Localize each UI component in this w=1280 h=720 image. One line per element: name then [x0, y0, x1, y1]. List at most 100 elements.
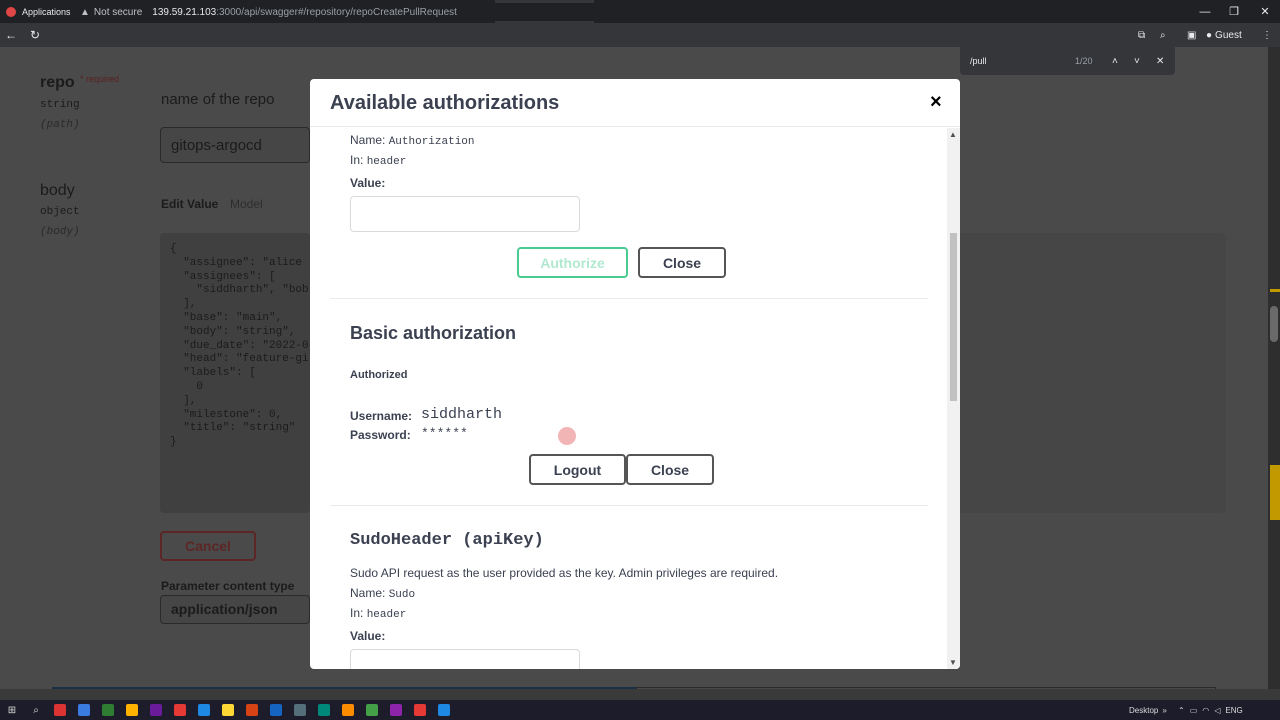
token-in-value: header	[366, 156, 407, 168]
reload-icon[interactable]: ↻	[24, 23, 46, 47]
language-indicator[interactable]: ENG	[1225, 706, 1242, 715]
modal-scrollbar[interactable]: ▲ ▼	[947, 128, 960, 669]
json-line: "head": "feature-gi	[170, 353, 309, 366]
restore-button[interactable]: ❐	[1219, 0, 1249, 23]
find-match-marks	[1270, 465, 1280, 520]
taskbar-app-icon[interactable]	[336, 700, 360, 720]
volume-icon[interactable]: ◁	[1214, 706, 1220, 715]
token-name-row: Name: Authorization	[350, 133, 475, 148]
clear-bar	[636, 687, 1216, 689]
modal-header: Available authorizations ×	[310, 79, 960, 127]
scroll-up-icon[interactable]: ▲	[949, 130, 957, 139]
desktop-toolbar[interactable]: Desktop »	[1129, 700, 1167, 720]
modal-title: Available authorizations	[330, 92, 560, 114]
modal-close-icon[interactable]: ×	[930, 91, 942, 114]
taskbar-app-icon[interactable]	[96, 700, 120, 720]
url-bar[interactable]: ▲ Not secure 139.59.21.103 :3000/api/swa…	[70, 3, 1180, 21]
token-value-label: Value:	[350, 176, 386, 190]
sudo-in-label: In:	[350, 606, 364, 620]
minimize-button[interactable]: —	[1190, 0, 1220, 23]
taskbar-app-icon[interactable]	[432, 700, 456, 720]
taskbar-app-icon[interactable]	[288, 700, 312, 720]
scroll-down-icon[interactable]: ▼	[949, 658, 957, 667]
taskbar-app-icon[interactable]	[168, 700, 192, 720]
wifi-icon[interactable]: ◠	[1202, 706, 1209, 715]
taskbar-app-icon[interactable]	[240, 700, 264, 720]
taskbar-app-icon[interactable]	[312, 700, 336, 720]
json-line: "due_date": "2022-0	[170, 339, 309, 352]
taskbar: ⊞ ⌕	[0, 700, 1280, 720]
authorized-status: Authorized	[350, 369, 408, 381]
profile-avatar-icon: ●	[1206, 29, 1213, 41]
find-match-mark	[1270, 289, 1280, 292]
sudo-value-input[interactable]	[350, 649, 580, 669]
edit-value-tab[interactable]: Edit Value	[161, 197, 218, 211]
basic-close-button[interactable]: Close	[626, 454, 714, 485]
sudo-name-value: Sudo	[388, 589, 416, 601]
find-close-icon[interactable]: ✕	[1156, 56, 1164, 67]
find-prev-icon[interactable]: ˄	[1112, 56, 1118, 67]
modal-body: Name: Authorization In: header Value: Au…	[310, 128, 946, 669]
json-line: "milestone": 0,	[170, 408, 283, 421]
taskbar-app-icon[interactable]	[192, 700, 216, 720]
logout-button[interactable]: Logout	[529, 454, 626, 485]
json-line: "siddharth", "bob	[170, 284, 309, 297]
repo-input[interactable]: gitops-argocd	[160, 127, 310, 163]
taskbar-app-icon[interactable]	[216, 700, 240, 720]
token-close-button[interactable]: Close	[638, 247, 726, 278]
required-label: * required	[80, 74, 120, 84]
taskbar-app-icon[interactable]	[408, 700, 432, 720]
username-value: siddharth	[421, 406, 503, 423]
repo-type: string	[40, 99, 80, 111]
install-app-icon[interactable]: ⧉	[1138, 23, 1145, 47]
start-icon[interactable]: ⊞	[0, 700, 24, 720]
password-value: ******	[421, 426, 468, 441]
page-scrollbar-thumb[interactable]	[1270, 306, 1278, 342]
find-input[interactable]: /pull	[970, 56, 987, 66]
menu-icon[interactable]: ⋮	[1262, 23, 1272, 47]
modal-scrollbar-thumb[interactable]	[950, 233, 957, 401]
model-tab[interactable]: Model	[230, 197, 263, 211]
profile-button[interactable]: ● Guest	[1206, 23, 1242, 47]
find-next-icon[interactable]: ˅	[1134, 56, 1140, 67]
authorize-button[interactable]: Authorize	[517, 247, 628, 278]
section-divider	[330, 298, 928, 299]
zoom-icon[interactable]: ⌕	[1160, 23, 1166, 47]
sudo-in-value: header	[366, 609, 407, 621]
profile-label: Guest	[1215, 29, 1242, 41]
back-icon[interactable]: ←	[0, 23, 22, 47]
sudo-description: Sudo API request as the user provided as…	[350, 566, 779, 580]
address-toolbar: ← ↻	[0, 23, 1280, 47]
json-line: }	[170, 436, 177, 449]
find-count: 1/20	[1075, 56, 1093, 66]
json-line: ],	[170, 298, 197, 311]
body-in: (body)	[40, 226, 80, 238]
json-line: "assignees": [	[170, 270, 276, 283]
repo-input-value: gitops-argocd	[171, 137, 262, 154]
network-icon[interactable]: ▭	[1190, 706, 1198, 715]
json-line: "assignee": "alice	[170, 256, 303, 269]
page-scrollbar[interactable]	[1268, 47, 1280, 689]
taskbar-app-icon[interactable]	[144, 700, 168, 720]
tray-icons[interactable]: ⌃ ▭ ◠ ◁ ENG	[1178, 700, 1243, 720]
content-type-select[interactable]: application/json	[160, 595, 310, 624]
taskbar-app-icon[interactable]	[72, 700, 96, 720]
sidebar-icon[interactable]: ▣	[1187, 23, 1196, 47]
cancel-button[interactable]: Cancel	[160, 531, 256, 561]
taskbar-app-icon[interactable]	[384, 700, 408, 720]
token-in-row: In: header	[350, 153, 406, 168]
find-bar: /pull 1/20 ˄ ˅ ✕	[960, 47, 1175, 75]
taskbar-app-icon[interactable]	[48, 700, 72, 720]
search-icon[interactable]: ⌕	[24, 700, 48, 720]
sudo-in-row: In: header	[350, 606, 406, 621]
password-label: Password:	[350, 428, 411, 442]
token-value-input[interactable]	[350, 196, 580, 232]
taskbar-app-icon[interactable]	[264, 700, 288, 720]
sudo-header-title: SudoHeader (apiKey)	[350, 531, 544, 550]
json-line: {	[170, 243, 177, 255]
taskbar-app-icon[interactable]	[120, 700, 144, 720]
window-close-button[interactable]: ✕	[1250, 0, 1280, 23]
tray-up-icon[interactable]: ⌃	[1178, 706, 1185, 715]
mouse-cursor-highlight	[558, 427, 576, 445]
taskbar-app-icon[interactable]	[360, 700, 384, 720]
